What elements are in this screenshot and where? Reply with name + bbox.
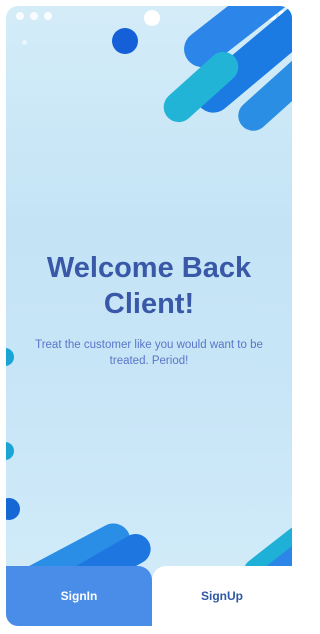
welcome-subtitle: Treat the customer like you would want t… [35, 339, 263, 367]
decorative-circle [112, 28, 138, 54]
decorative-half-circle [6, 348, 14, 366]
auth-buttons: SignIn SignUp [6, 566, 292, 626]
decorative-dot [22, 40, 27, 45]
app-screen: Welcome Back Client! Treat the customer … [0, 0, 297, 634]
notification-icon [30, 12, 38, 20]
signin-button-label: SignIn [60, 589, 98, 603]
decorative-half-circle [6, 498, 20, 520]
status-icons [16, 12, 52, 20]
notification-icon [16, 12, 24, 20]
welcome-screen: Welcome Back Client! Treat the customer … [6, 6, 292, 626]
decorative-half-circle [6, 442, 14, 460]
signup-button-label: SignUp [201, 589, 243, 603]
signin-button[interactable]: SignIn [6, 566, 152, 626]
welcome-title-line2: Client! [103, 288, 195, 320]
camera-notch-icon [144, 10, 160, 26]
signup-button[interactable]: SignUp [152, 566, 292, 626]
welcome-title-line1: Welcome Back [46, 252, 252, 284]
notification-icon [44, 12, 52, 20]
welcome-title: Welcome Back Client! [6, 250, 292, 322]
